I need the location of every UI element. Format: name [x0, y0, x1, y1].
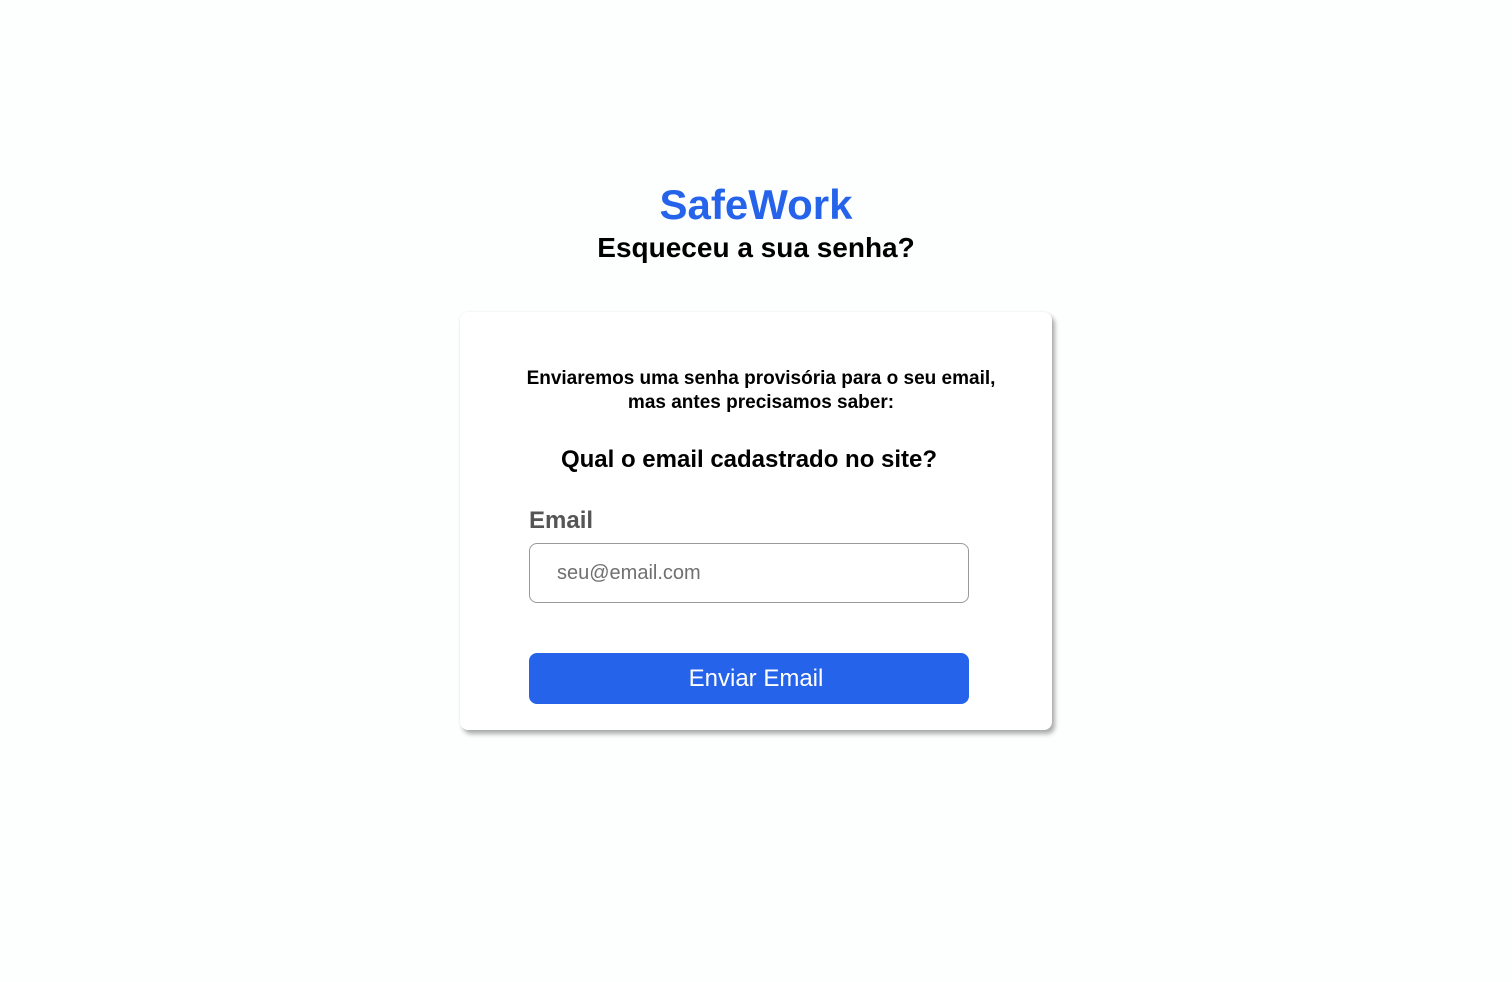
instruction-text: Enviaremos uma senha provisória para o s… — [526, 368, 996, 413]
email-question: Qual o email cadastrado no site? — [560, 446, 938, 473]
email-label: Email — [529, 507, 594, 534]
forgot-password-card: Enviaremos uma senha provisória para o s… — [460, 312, 1052, 730]
send-email-button[interactable]: Enviar Email — [529, 653, 969, 704]
page-title: Esqueceu a sua senha? — [597, 232, 915, 263]
brand-title: SafeWork — [659, 181, 853, 228]
email-input[interactable] — [529, 543, 969, 603]
forgot-password-page: SafeWork Esqueceu a sua senha? Enviaremo… — [0, 0, 1512, 982]
